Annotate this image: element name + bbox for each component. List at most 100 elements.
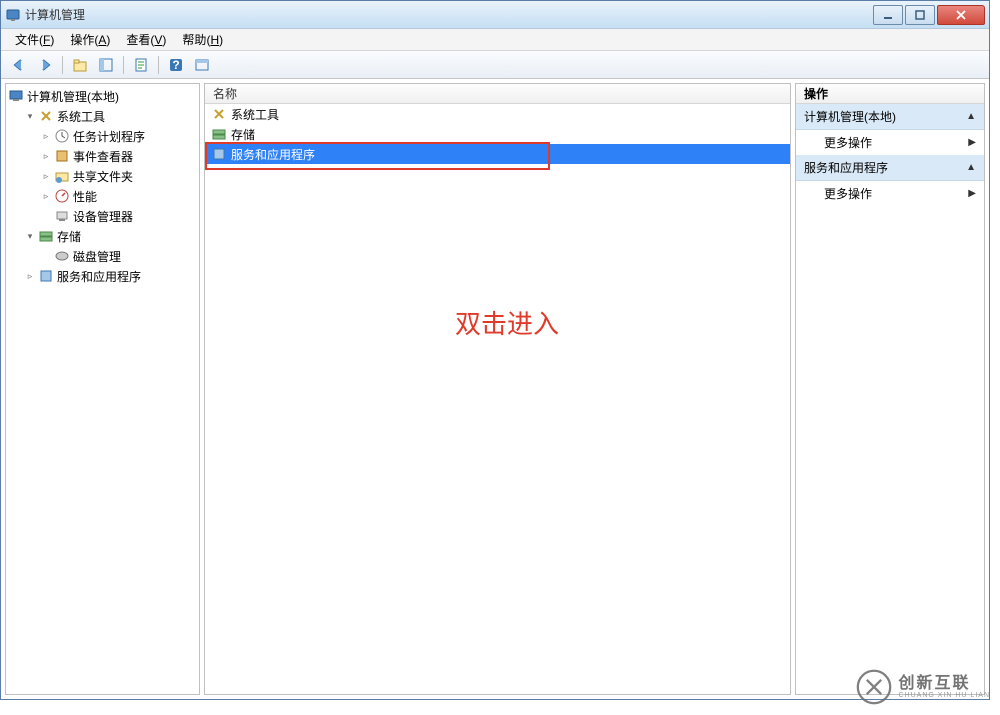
maximize-button[interactable] — [905, 5, 935, 25]
tree-label: 性能 — [73, 188, 97, 205]
menu-action[interactable]: 操作(A) — [62, 29, 118, 50]
tree-label: 磁盘管理 — [73, 248, 121, 265]
tree-performance[interactable]: ▹ 性能 — [6, 186, 199, 206]
folder-up-icon — [72, 57, 88, 73]
app-window: 计算机管理 文件(F) 操作(A) 查看(V) 帮助(H) — [0, 0, 990, 700]
tree-event-viewer[interactable]: ▹ 事件查看器 — [6, 146, 199, 166]
action-more-1[interactable]: 更多操作 ▶ — [796, 130, 984, 155]
titlebar[interactable]: 计算机管理 — [1, 1, 989, 29]
up-button[interactable] — [68, 54, 92, 76]
help-icon: ? — [168, 57, 184, 73]
tree-label: 计算机管理(本地) — [27, 88, 119, 105]
close-icon — [955, 9, 967, 21]
section-title: 服务和应用程序 — [804, 159, 888, 176]
list-body: 系统工具 存储 服务和应用程序 — [205, 104, 790, 694]
tree-shared-folders[interactable]: ▹ 共享文件夹 — [6, 166, 199, 186]
section-title: 计算机管理(本地) — [804, 108, 896, 125]
svg-text:?: ? — [172, 58, 179, 72]
storage-icon — [211, 126, 227, 142]
watermark-cn: 创新互联 — [898, 676, 990, 692]
refresh-button[interactable] — [190, 54, 214, 76]
collapse-icon[interactable]: ▾ — [24, 110, 36, 122]
minimize-icon — [883, 10, 893, 20]
maximize-icon — [915, 10, 925, 20]
tree-root-node[interactable]: 计算机管理(本地) — [6, 86, 199, 106]
list-label: 存储 — [231, 126, 255, 143]
tools-icon — [211, 106, 227, 122]
tree-label: 系统工具 — [57, 108, 105, 125]
tree-label: 事件查看器 — [73, 148, 133, 165]
expand-icon[interactable]: ▹ — [24, 270, 36, 282]
list-item-selected[interactable]: 服务和应用程序 — [205, 144, 790, 164]
toolbar: ? — [1, 51, 989, 79]
tree-label: 共享文件夹 — [73, 168, 133, 185]
computer-icon — [8, 88, 24, 104]
forward-button[interactable] — [33, 54, 57, 76]
actions-pane: 操作 计算机管理(本地) ▲ 更多操作 ▶ 服务和应用程序 ▲ 更多操作 ▶ — [795, 83, 985, 695]
watermark-logo-icon — [856, 669, 892, 705]
collapse-icon[interactable]: ▲ — [966, 111, 976, 122]
chevron-right-icon: ▶ — [968, 188, 976, 199]
tree-device-manager[interactable]: 设备管理器 — [6, 206, 199, 226]
menu-help[interactable]: 帮助(H) — [174, 29, 231, 50]
actions-section-2[interactable]: 服务和应用程序 ▲ — [796, 155, 984, 181]
tree-disk-management[interactable]: 磁盘管理 — [6, 246, 199, 266]
expand-icon[interactable]: ▹ — [40, 130, 52, 142]
show-hide-button[interactable] — [94, 54, 118, 76]
device-icon — [54, 208, 70, 224]
toolbar-separator — [123, 56, 124, 74]
tree-storage[interactable]: ▾ 存储 — [6, 226, 199, 246]
properties-button[interactable] — [129, 54, 153, 76]
tree-services-apps[interactable]: ▹ 服务和应用程序 — [6, 266, 199, 286]
tree-system-tools[interactable]: ▾ 系统工具 — [6, 106, 199, 126]
performance-icon — [54, 188, 70, 204]
tools-icon — [38, 108, 54, 124]
chevron-right-icon: ▶ — [968, 137, 976, 148]
toolbar-separator — [62, 56, 63, 74]
list-item[interactable]: 系统工具 — [205, 104, 790, 124]
menu-view[interactable]: 查看(V) — [118, 29, 174, 50]
expand-icon[interactable]: ▹ — [40, 170, 52, 182]
close-button[interactable] — [937, 5, 985, 25]
action-label: 更多操作 — [824, 134, 872, 151]
tree-label: 任务计划程序 — [73, 128, 145, 145]
blank-expand — [40, 250, 52, 262]
minimize-button[interactable] — [873, 5, 903, 25]
window-icon — [194, 57, 210, 73]
list-label: 服务和应用程序 — [231, 146, 315, 163]
menu-file[interactable]: 文件(F) — [7, 29, 62, 50]
window-controls — [871, 5, 985, 25]
column-name[interactable]: 名称 — [205, 85, 245, 102]
list-item[interactable]: 存储 — [205, 124, 790, 144]
collapse-icon[interactable]: ▾ — [24, 230, 36, 242]
disk-icon — [54, 248, 70, 264]
back-arrow-icon — [11, 58, 27, 72]
back-button[interactable] — [7, 54, 31, 76]
services-icon — [211, 146, 227, 162]
event-icon — [54, 148, 70, 164]
action-more-2[interactable]: 更多操作 ▶ — [796, 181, 984, 206]
tree-task-scheduler[interactable]: ▹ 任务计划程序 — [6, 126, 199, 146]
tree-label: 服务和应用程序 — [57, 268, 141, 285]
content-area: 计算机管理(本地) ▾ 系统工具 ▹ 任务计划程序 ▹ 事件查看器 — [1, 79, 989, 699]
tree-pane[interactable]: 计算机管理(本地) ▾ 系统工具 ▹ 任务计划程序 ▹ 事件查看器 — [5, 83, 200, 695]
actions-section-1[interactable]: 计算机管理(本地) ▲ — [796, 104, 984, 130]
list-pane[interactable]: 名称 系统工具 存储 服务和应用程序 双击进入 — [204, 83, 791, 695]
properties-icon — [133, 57, 149, 73]
shared-folder-icon — [54, 168, 70, 184]
toolbar-separator — [158, 56, 159, 74]
forward-arrow-icon — [37, 58, 53, 72]
actions-header: 操作 — [796, 84, 984, 104]
help-button[interactable]: ? — [164, 54, 188, 76]
expand-icon[interactable]: ▹ — [40, 190, 52, 202]
list-header: 名称 — [205, 84, 790, 104]
action-label: 更多操作 — [824, 185, 872, 202]
blank-expand — [40, 210, 52, 222]
clock-icon — [54, 128, 70, 144]
app-icon — [5, 7, 21, 23]
window-title: 计算机管理 — [25, 6, 871, 23]
menubar: 文件(F) 操作(A) 查看(V) 帮助(H) — [1, 29, 989, 51]
expand-icon[interactable]: ▹ — [40, 150, 52, 162]
collapse-icon[interactable]: ▲ — [966, 162, 976, 173]
watermark: 创新互联 CHUANG XIN HU LIAN — [856, 669, 990, 705]
